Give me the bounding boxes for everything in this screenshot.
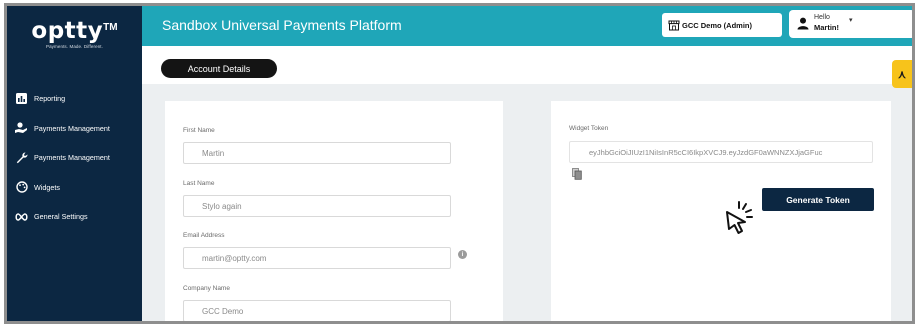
first-name-field[interactable]: Martin	[183, 142, 451, 164]
bar-chart-icon	[15, 93, 28, 105]
sidebar: opttyTM Payments. Made. Different. Repor…	[7, 6, 142, 321]
last-name-label: Last Name	[183, 180, 215, 187]
tab-account-details[interactable]: Account Details	[161, 59, 277, 78]
sidebar-item-payments-management-1[interactable]: Payments Management	[15, 114, 141, 144]
email-label: Email Address	[183, 232, 225, 239]
sidebar-item-widgets[interactable]: Widgets	[15, 173, 141, 203]
sidebar-item-label: Payments Management	[34, 153, 110, 163]
first-name-label: First Name	[183, 127, 215, 134]
user-menu-button[interactable]: Hello ▾ Martin!	[789, 10, 912, 38]
sidebar-item-payments-management-2[interactable]: Payments Management	[15, 143, 141, 173]
info-icon[interactable]: i	[458, 250, 467, 259]
app-window: opttyTM Payments. Made. Different. Repor…	[4, 3, 915, 324]
company-name-label: Company Name	[183, 285, 230, 292]
email-field[interactable]: martin@optty.com	[183, 247, 451, 269]
last-name-field[interactable]: Stylo again	[183, 195, 451, 217]
hand-coin-icon	[15, 122, 28, 134]
infinity-icon	[15, 211, 28, 223]
org-label: GCC Demo (Admin)	[682, 20, 752, 30]
palette-icon	[15, 181, 28, 193]
user-greeting: Hello	[814, 14, 830, 21]
sub-header: Account Details	[142, 46, 912, 84]
widget-token-label: Widget Token	[569, 125, 609, 132]
generate-token-button[interactable]: Generate Token	[762, 188, 874, 211]
sidebar-item-general-settings[interactable]: General Settings	[15, 202, 141, 232]
sidebar-item-reporting[interactable]: Reporting	[15, 84, 141, 114]
widget-token-field[interactable]: eyJhbGciOiJIUzI1NiIsInR5cCI6IkpXVCJ9.eyJ…	[569, 141, 873, 163]
copy-icon[interactable]	[572, 167, 582, 180]
widget-token-card: Widget Token eyJhbGciOiJIUzI1NiIsInR5cCI…	[551, 101, 891, 321]
wrench-icon	[15, 152, 28, 164]
sidebar-item-label: General Settings	[34, 212, 88, 222]
company-name-field[interactable]: GCC Demo	[183, 300, 451, 321]
sidebar-nav: Reporting Payments Management Payments M…	[15, 84, 141, 232]
account-details-card: First Name Martin Last Name Stylo again …	[165, 101, 503, 321]
user-name: Martin!	[814, 23, 839, 32]
storefront-icon	[668, 20, 680, 31]
collapse-panel-icon[interactable]: ⋏	[892, 60, 912, 88]
logo[interactable]: opttyTM Payments. Made. Different.	[7, 18, 142, 49]
org-switcher-button[interactable]: GCC Demo (Admin)	[662, 13, 782, 37]
logo-text: optty	[31, 18, 104, 44]
sidebar-item-label: Widgets	[34, 182, 60, 192]
logo-tagline: Payments. Made. Different.	[45, 44, 104, 49]
sidebar-item-label: Reporting	[34, 94, 66, 104]
logo-trademark: TM	[103, 22, 118, 33]
chevron-down-icon: ▾	[849, 17, 853, 24]
click-cursor-icon	[719, 198, 759, 238]
user-icon	[797, 17, 809, 35]
top-bar: Sandbox Universal Payments Platform GCC …	[142, 6, 912, 46]
page-title: Sandbox Universal Payments Platform	[162, 17, 402, 33]
sidebar-item-label: Payments Management	[34, 123, 110, 133]
